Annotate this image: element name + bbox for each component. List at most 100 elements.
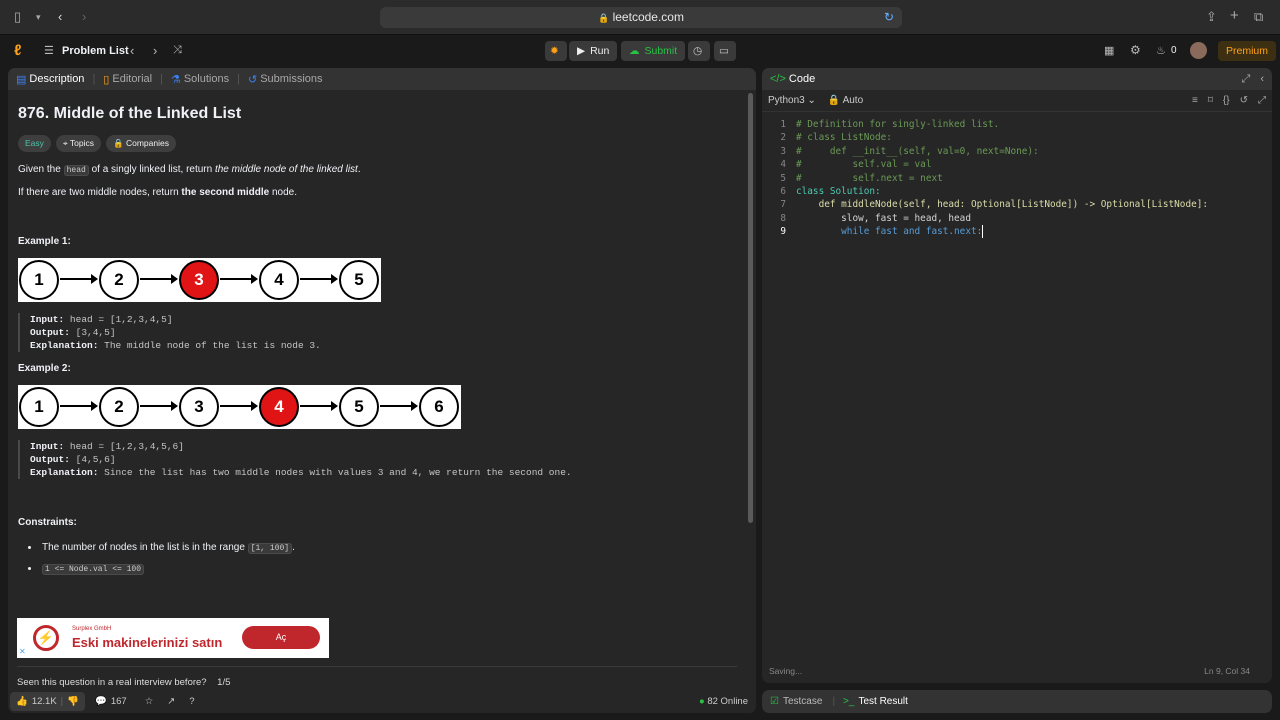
tab-editorial[interactable]: ▯ Editorial xyxy=(95,68,160,90)
play-icon: ▶ xyxy=(577,45,586,57)
alarm-icon: ◷ xyxy=(693,45,703,57)
example-1-block: Input: head = [1,2,3,4,5] Output: [3,4,5… xyxy=(18,313,746,352)
format-icon[interactable]: ≡ xyxy=(1192,95,1198,106)
companies-tag[interactable]: 🔒 Companies xyxy=(106,135,176,152)
tab-label: Solutions xyxy=(183,73,230,85)
language-select[interactable]: Python3 ⌄ xyxy=(768,95,816,106)
list-node-middle: 4 xyxy=(259,386,299,427)
scrollbar[interactable] xyxy=(748,93,753,523)
flame-icon: ♨ xyxy=(1156,45,1166,57)
notes-button[interactable]: ▭ xyxy=(714,41,736,61)
shuffle-icon[interactable]: ⤨ xyxy=(173,44,182,57)
help-icon[interactable]: ? xyxy=(189,696,194,707)
next-problem-icon[interactable]: › xyxy=(153,43,157,58)
advertisement[interactable]: ⚡ Surplex GmbH Eski makinelerinizi satın… xyxy=(17,618,329,658)
list-node: 2 xyxy=(99,386,139,427)
text: . xyxy=(357,164,361,175)
label: Input: xyxy=(30,441,65,452)
value: head = [1,2,3,4,5,6] xyxy=(69,441,184,452)
tab-test-result[interactable]: Test Result xyxy=(858,696,907,707)
divider xyxy=(17,666,737,667)
tab-code[interactable]: </> Code xyxy=(762,68,823,90)
submit-button[interactable]: ☁ Submit xyxy=(621,41,686,61)
ad-cta-button[interactable]: Aç xyxy=(242,626,320,649)
chevron-down-icon: ⌄ xyxy=(807,95,816,106)
book-icon: ▯ xyxy=(103,73,110,86)
like-button[interactable]: 👍 12.1K | 👎 xyxy=(10,691,85,711)
arrow xyxy=(140,274,178,284)
topics-tag[interactable]: ⌖ Topics xyxy=(55,135,102,152)
forward-icon[interactable]: › xyxy=(82,9,86,24)
arrow xyxy=(60,401,98,411)
tab-divider: | xyxy=(832,696,836,707)
reload-icon[interactable]: ↻ xyxy=(884,7,894,28)
share-icon[interactable]: ⇪ xyxy=(1206,9,1217,25)
tag-icon: ⌖ xyxy=(62,138,68,148)
timer-button[interactable]: ◷ xyxy=(688,41,710,61)
comment-icon[interactable]: 💬 xyxy=(95,696,107,707)
tab-description[interactable]: ▤ Description xyxy=(8,68,92,90)
back-icon[interactable]: ‹ xyxy=(58,9,62,24)
settings-gear-icon[interactable]: ⚙ xyxy=(1130,43,1141,57)
sidebar-toggle-icon[interactable]: ▯ xyxy=(14,9,21,25)
tab-solutions[interactable]: ⚗ Solutions xyxy=(163,68,237,90)
premium-button[interactable]: Premium xyxy=(1218,41,1277,61)
star-icon[interactable]: ☆ xyxy=(145,696,154,707)
share-icon[interactable]: ↗ xyxy=(167,696,175,707)
problem-title: 876. Middle of the Linked List xyxy=(18,105,242,122)
code-line: # self.val = val xyxy=(796,159,932,170)
submit-label: Submit xyxy=(644,45,678,57)
layout-icon[interactable]: ▦ xyxy=(1104,44,1114,57)
problem-list-link[interactable]: Problem List xyxy=(62,45,129,57)
bookmark-icon[interactable]: ⌑ xyxy=(1208,95,1213,106)
auto-mode[interactable]: 🔒 Auto xyxy=(828,95,863,106)
tab-submissions[interactable]: ↺ Submissions xyxy=(240,68,331,90)
chevron-down-icon[interactable]: ▾ xyxy=(36,12,41,23)
thumbs-down-icon[interactable]: 👎 xyxy=(67,696,79,707)
prev-problem-icon[interactable]: ‹ xyxy=(130,43,134,58)
constraints-title: Constraints: xyxy=(18,517,77,528)
ad-headline: Eski makinelerinizi satın xyxy=(72,635,223,650)
line-number: 4 xyxy=(780,159,786,170)
auto-label: Auto xyxy=(842,95,864,106)
avatar[interactable] xyxy=(1190,42,1207,59)
maximize-icon[interactable]: ⤢ xyxy=(1242,73,1251,86)
arrow xyxy=(300,401,338,411)
code-line: class Solution: xyxy=(796,186,881,197)
label: Output: xyxy=(30,454,70,465)
interview-question: Seen this question in a real interview b… xyxy=(17,677,207,688)
debug-button[interactable]: ✹ xyxy=(545,41,567,61)
checkbox-icon: ☑ xyxy=(770,696,779,707)
code-icon: </> xyxy=(770,73,786,85)
braces-icon[interactable]: {} xyxy=(1223,95,1230,106)
fullscreen-icon[interactable]: ⤢ xyxy=(1258,95,1266,106)
example-2-diagram: 1 2 3 4 5 6 xyxy=(18,385,461,429)
new-tab-icon[interactable]: + xyxy=(1230,7,1239,24)
label: Output: xyxy=(30,327,70,338)
reset-icon[interactable]: ↺ xyxy=(1240,95,1248,106)
ad-choices-icon[interactable]: ✕ xyxy=(19,647,26,656)
value: The middle node of the list is node 3. xyxy=(104,340,321,351)
tab-label: Code xyxy=(788,73,816,85)
address-bar[interactable]: 🔒 leetcode.com ↻ xyxy=(380,7,902,28)
example-1-title: Example 1: xyxy=(18,236,71,247)
list-item: The number of nodes in the list is in th… xyxy=(28,542,746,554)
inline-code: head xyxy=(63,165,89,176)
tabs-overview-icon[interactable]: ⧉ xyxy=(1254,9,1263,25)
online-count: 82 Online xyxy=(707,695,748,707)
code-line: # class ListNode: xyxy=(796,132,892,143)
list-icon: ☰ xyxy=(44,45,54,57)
problem-content: 876. Middle of the Linked List Easy ⌖ To… xyxy=(8,105,756,575)
value: [3,4,5] xyxy=(75,327,116,338)
line-number: 5 xyxy=(780,173,786,184)
language-value: Python3 xyxy=(768,95,805,106)
arrow xyxy=(300,274,338,284)
interview-page: 1/5 xyxy=(217,677,231,688)
tab-testcase[interactable]: Testcase xyxy=(783,696,822,707)
run-button[interactable]: ▶ Run xyxy=(569,41,618,61)
list-node: 1 xyxy=(19,386,59,427)
code-line-current: while fast and fast.next: xyxy=(796,225,984,239)
leetcode-logo[interactable]: ℓ xyxy=(14,42,21,59)
collapse-icon[interactable]: ‹ xyxy=(1260,73,1264,85)
description-tabs: ▤ Description | ▯ Editorial | ⚗ Solutions |… xyxy=(8,68,756,90)
